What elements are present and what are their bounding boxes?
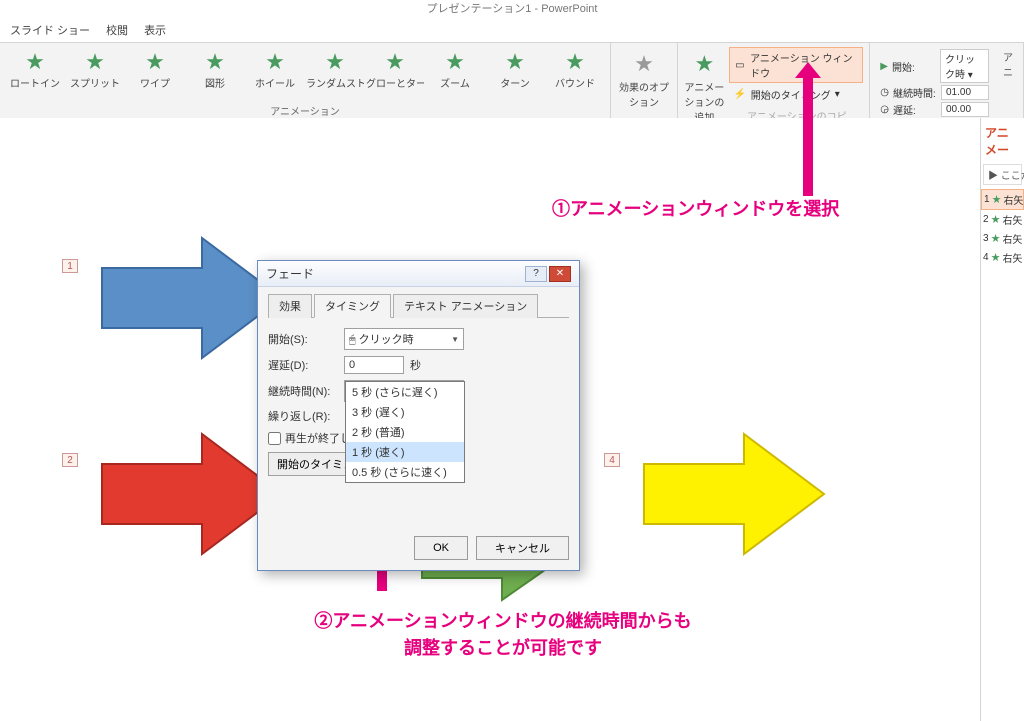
duration-input[interactable]: 01.00 (941, 85, 989, 100)
group-advanced: ★ アニメーションの追加 ▭ アニメーション ウィンドウ ⚡ 開始のタイミング … (678, 43, 870, 120)
effect-options-button[interactable]: ★ 効果のオプション (617, 47, 671, 109)
anim-gallery-item[interactable]: ★ターン (486, 47, 544, 90)
animation-pane-play[interactable]: ▶ ここから (983, 164, 1022, 185)
duration-option[interactable]: 0.5 秒 (さらに速く) (346, 462, 464, 482)
anim-pane-item[interactable]: 2★右矢 (981, 210, 1024, 229)
animation-gallery[interactable]: ★ロートイン★スプリット★ワイプ★図形★ホイール★ランダムスト…★グローとターン… (6, 47, 604, 90)
anim-gallery-item[interactable]: ★バウンド (546, 47, 604, 90)
anim-gallery-item[interactable]: ★ズーム (426, 47, 484, 90)
tab-view[interactable]: 表示 (144, 22, 166, 38)
close-button[interactable]: ✕ (549, 266, 571, 282)
star-icon: ★ (992, 193, 1002, 206)
star-icon: ★ (246, 51, 304, 73)
star-icon: ★ (426, 51, 484, 73)
animation-pane-title: アニメー (981, 118, 1024, 164)
group-label-animation: アニメーション (6, 103, 604, 118)
start-select[interactable]: クリック時 ▾ (940, 49, 989, 83)
anim-gallery-item[interactable]: ★ワイプ (126, 47, 184, 90)
group-timing: ▶開始:クリック時 ▾ ◷継続時間:01.00 ◶遅延:00.00 アニ タイミ… (870, 43, 1024, 120)
ribbon: ★ロートイン★スプリット★ワイプ★図形★ホイール★ランダムスト…★グローとターン… (0, 43, 1024, 121)
cancel-button[interactable]: キャンセル (476, 536, 569, 560)
annotation-arrow-1 (803, 76, 813, 196)
ok-button[interactable]: OK (414, 536, 468, 560)
star-icon: ★ (991, 213, 1001, 226)
pane-icon: ▭ (734, 60, 746, 71)
duration-option[interactable]: 5 秒 (さらに遅く) (346, 382, 464, 402)
star-icon: ★ (546, 51, 604, 73)
tab-review[interactable]: 校閲 (106, 22, 128, 38)
rewind-checkbox[interactable] (268, 432, 281, 445)
group-animation: ★ロートイン★スプリット★ワイプ★図形★ホイール★ランダムスト…★グローとターン… (0, 43, 611, 120)
star-icon: ★ (6, 51, 64, 73)
delay-icon: ◶ (880, 104, 889, 115)
anim-gallery-item[interactable]: ★スプリット (66, 47, 124, 90)
star-icon: ★ (306, 51, 364, 73)
anim-tag-1[interactable]: 1 (62, 259, 78, 273)
anim-gallery-item[interactable]: ★ロートイン (6, 47, 64, 90)
anim-pane-item[interactable]: 3★右矢 (981, 229, 1024, 248)
star-icon: ★ (617, 51, 671, 77)
anim-gallery-item[interactable]: ★ランダムスト… (306, 47, 364, 90)
tab-effect[interactable]: 効果 (268, 294, 312, 318)
animation-pane: アニメー ▶ ここから 1★右矢2★右矢3★右矢4★右矢 (980, 118, 1024, 721)
anim-pane-item[interactable]: 4★右矢 (981, 248, 1024, 267)
tab-slideshow[interactable]: スライド ショー (10, 22, 90, 38)
callout-2: ②アニメーションウィンドウの継続時間からも 調整することが可能です (258, 608, 748, 662)
star-icon: ★ (991, 251, 1001, 264)
trigger-button[interactable]: ⚡ 開始のタイミング ▾ (729, 85, 864, 104)
tab-timing[interactable]: タイミング (314, 294, 391, 318)
star-icon: ★ (366, 51, 424, 73)
dialog-delay-input[interactable]: 0 (344, 356, 404, 374)
ribbon-tabs: スライド ショー 校閲 表示 (0, 18, 1024, 43)
dialog-start-select[interactable]: 🖱 クリック時▼ (344, 328, 464, 350)
tab-text-animation[interactable]: テキスト アニメーション (393, 294, 538, 318)
yellow-arrow-shape[interactable] (634, 424, 834, 564)
star-icon: ★ (186, 51, 244, 73)
clock-icon: ◷ (880, 87, 889, 98)
group-effect-options: ★ 効果のオプション (611, 43, 678, 120)
bolt-icon: ⚡ (733, 89, 747, 100)
anim-gallery-item[interactable]: ★図形 (186, 47, 244, 90)
callout-1: ①アニメーションウィンドウを選択 (552, 196, 839, 223)
anim-pane-item[interactable]: 1★右矢 (981, 189, 1024, 210)
duration-option[interactable]: 3 秒 (遅く) (346, 402, 464, 422)
duration-option[interactable]: 1 秒 (速く) (346, 442, 464, 462)
delay-input[interactable]: 00.00 (941, 102, 989, 117)
star-icon: ★ (126, 51, 184, 73)
duration-dropdown[interactable]: 5 秒 (さらに遅く)3 秒 (遅く)2 秒 (普通)1 秒 (速く)0.5 秒… (345, 381, 465, 483)
reorder-label: アニ (999, 47, 1017, 119)
star-plus-icon: ★ (684, 51, 725, 77)
play-icon: ▶ (880, 61, 888, 72)
window-title: プレゼンテーション1 - PowerPoint (0, 0, 1024, 18)
duration-option[interactable]: 2 秒 (普通) (346, 422, 464, 442)
anim-tag-2[interactable]: 2 (62, 453, 78, 467)
dialog-title-text: フェード (266, 265, 314, 282)
dialog-titlebar: フェード ? ✕ (258, 261, 579, 287)
anim-tag-4[interactable]: 4 (604, 453, 620, 467)
anim-gallery-item[interactable]: ★ホイール (246, 47, 304, 90)
star-icon: ★ (486, 51, 544, 73)
star-icon: ★ (991, 232, 1001, 245)
star-icon: ★ (66, 51, 124, 73)
anim-gallery-item[interactable]: ★グローとターン (366, 47, 424, 90)
dialog-tabs: 効果 タイミング テキスト アニメーション (268, 293, 569, 318)
help-button[interactable]: ? (525, 266, 547, 282)
